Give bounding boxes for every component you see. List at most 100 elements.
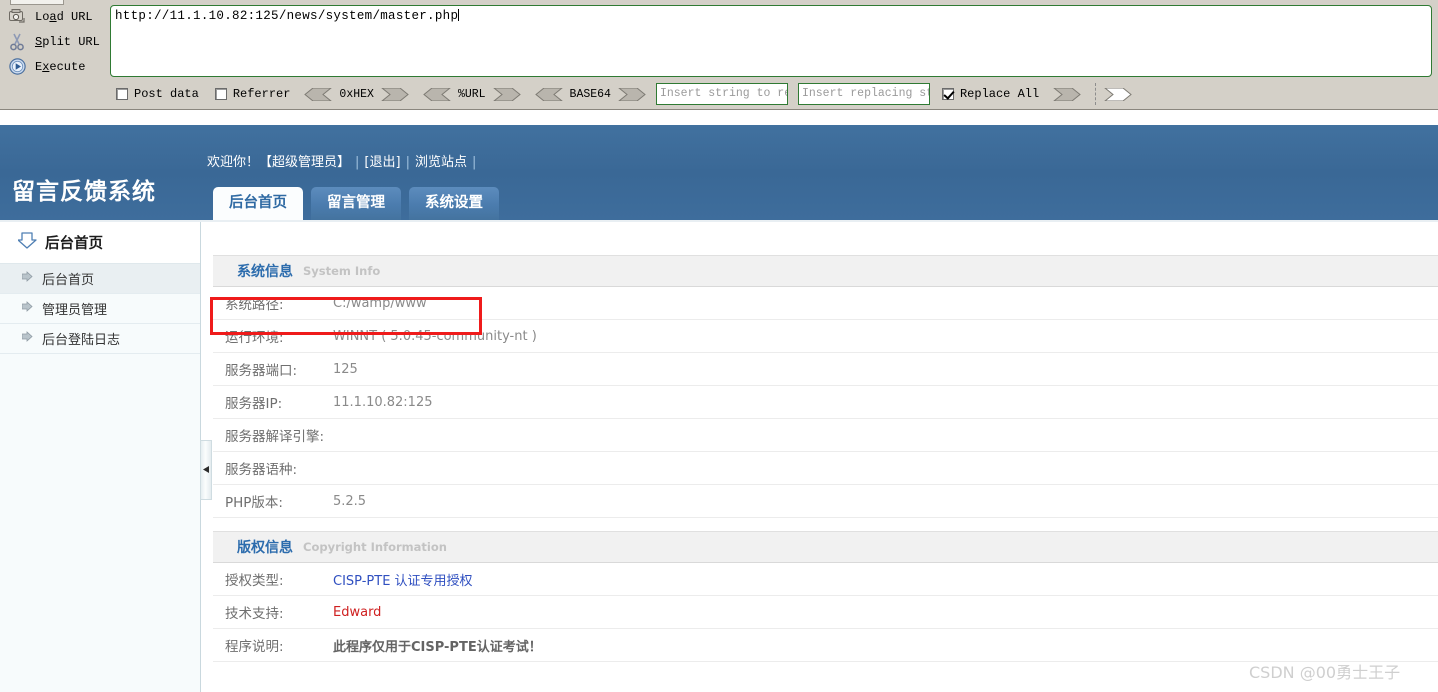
post-data-label: Post data bbox=[134, 87, 199, 101]
url-textarea[interactable]: http://11.1.10.82:125/news/system/master… bbox=[110, 5, 1432, 77]
sidebar-collapse-handle[interactable] bbox=[200, 440, 212, 500]
url-encoder-group: %URL bbox=[423, 87, 521, 101]
welcome-prefix: 欢迎你！ bbox=[207, 155, 260, 170]
panel-gap bbox=[213, 518, 1438, 531]
hackbar-toolbar: Load URL Split URL Execute http://11.1.1… bbox=[0, 0, 1438, 110]
sidebar-item-admin-management[interactable]: 管理员管理 bbox=[0, 294, 200, 324]
replace-from-input[interactable]: Insert string to replace bbox=[655, 83, 788, 105]
system-info-panel-header: 系统信息 System Info bbox=[213, 255, 1438, 287]
row-key: 服务器解译引擎: bbox=[225, 429, 325, 445]
collapse-left-icon bbox=[202, 461, 211, 479]
load-url-icon bbox=[6, 7, 28, 27]
site-logo: 留言反馈系统 bbox=[12, 179, 156, 205]
info-row-server-port: 服务器端口: 125 bbox=[213, 353, 1438, 386]
replace-all-checkbox[interactable]: Replace All bbox=[941, 87, 1040, 101]
logout-link[interactable]: [退出] bbox=[364, 155, 400, 170]
copyright-info-panel: 版权信息 Copyright Information 授权类型: CISP-PT… bbox=[213, 531, 1438, 662]
hackbar-actions: Load URL Split URL Execute bbox=[0, 4, 104, 79]
sidebar-item-label: 管理员管理 bbox=[42, 303, 108, 318]
copyright-row-license-type: 授权类型: CISP-PTE 认证专用授权 bbox=[213, 563, 1438, 596]
browse-site-link[interactable]: 浏览站点 bbox=[415, 155, 467, 170]
row-key: 技术支持: bbox=[225, 606, 284, 622]
hex-encode-arrow-icon[interactable] bbox=[381, 87, 409, 101]
copyright-row-tech-support: 技术支持: Edward bbox=[213, 596, 1438, 629]
page-content: 留言反馈系统 欢迎你！【超级管理员】 | [退出] | 浏览站点 | 后台首页 留言管理 … bbox=[0, 110, 1438, 692]
welcome-separator-3: | bbox=[471, 155, 477, 170]
split-url-button[interactable]: Split URL bbox=[0, 29, 104, 54]
url-decode-arrow-icon[interactable] bbox=[423, 87, 451, 101]
base64-label: BASE64 bbox=[569, 87, 611, 101]
load-url-label: Load URL bbox=[35, 9, 93, 24]
post-data-checkbox[interactable]: Post data bbox=[116, 87, 199, 101]
screenshot-root: Load URL Split URL Execute http://11.1.1… bbox=[0, 0, 1438, 692]
text-caret bbox=[458, 9, 460, 21]
base64-encode-arrow-icon[interactable] bbox=[618, 87, 646, 101]
tab-dashboard[interactable]: 后台首页 bbox=[213, 187, 303, 220]
play-icon bbox=[6, 57, 28, 77]
row-key: PHP版本: bbox=[225, 495, 283, 511]
info-row-server-ip: 服务器IP: 11.1.10.82:125 bbox=[213, 386, 1438, 419]
url-encode-arrow-icon[interactable] bbox=[492, 87, 521, 101]
replace-all-checkbox-box[interactable] bbox=[941, 88, 954, 100]
tab-message-management[interactable]: 留言管理 bbox=[311, 187, 401, 220]
hackbar-options-row: Post data Referrer 0xHEX %URL BASE64 Ins… bbox=[0, 80, 1438, 108]
info-row-interpreter: 服务器解译引擎: bbox=[213, 419, 1438, 452]
row-key: 服务器语种: bbox=[225, 462, 298, 478]
row-key: 系统路径: bbox=[225, 297, 284, 313]
copyright-panel-header: 版权信息 Copyright Information bbox=[213, 531, 1438, 563]
down-arrow-icon bbox=[17, 231, 37, 254]
sidebar-title: 后台首页 bbox=[45, 236, 103, 252]
system-info-panel: 系统信息 System Info 系统路径: C:/wamp/www 运行环境:… bbox=[213, 255, 1438, 518]
row-key: 服务器端口: bbox=[225, 363, 298, 379]
site-header: 留言反馈系统 欢迎你！【超级管理员】 | [退出] | 浏览站点 | 后台首页 留言管理 … bbox=[0, 125, 1438, 220]
sidebar: 后台首页 后台首页 管理员管理 后台登陆日志 bbox=[0, 222, 201, 692]
split-url-label: Split URL bbox=[35, 34, 100, 49]
hex-label: 0xHEX bbox=[339, 87, 374, 101]
row-value: CISP-PTE 认证专用授权 bbox=[333, 573, 473, 589]
sidebar-item-label: 后台登陆日志 bbox=[42, 333, 121, 348]
header-divider bbox=[0, 220, 1438, 222]
url-encoder-label: %URL bbox=[457, 87, 486, 101]
info-row-system-path: 系统路径: C:/wamp/www bbox=[213, 287, 1438, 320]
copyright-row-program-note: 程序说明: 此程序仅用于CISP-PTE认证考试！ bbox=[213, 629, 1438, 662]
referrer-checkbox[interactable]: Referrer bbox=[214, 87, 290, 101]
replace-apply-arrow-icon[interactable] bbox=[1053, 87, 1081, 101]
welcome-bar: 欢迎你！【超级管理员】 | [退出] | 浏览站点 | bbox=[207, 151, 481, 170]
row-value: 此程序仅用于CISP-PTE认证考试！ bbox=[333, 639, 542, 655]
row-key: 服务器IP: bbox=[225, 396, 283, 412]
scissors-icon bbox=[6, 32, 28, 52]
replace-to-input[interactable]: Insert replacing string bbox=[797, 83, 930, 105]
panel-title-en: System Info bbox=[303, 264, 381, 278]
info-row-server-language: 服务器语种: bbox=[213, 452, 1438, 485]
arrow-right-icon bbox=[21, 331, 33, 346]
url-text: http://11.1.10.82:125/news/system/master… bbox=[115, 9, 459, 23]
base64-encoder-group: BASE64 bbox=[534, 87, 646, 101]
post-data-checkbox-box[interactable] bbox=[116, 88, 128, 100]
panel-title-cn: 版权信息 bbox=[237, 540, 293, 556]
sidebar-header: 后台首页 bbox=[0, 222, 200, 264]
row-value: C:/wamp/www bbox=[333, 295, 427, 311]
sidebar-item-dashboard[interactable]: 后台首页 bbox=[0, 264, 200, 294]
row-key: 程序说明: bbox=[225, 639, 284, 655]
sidebar-item-label: 后台首页 bbox=[42, 273, 95, 288]
load-url-button[interactable]: Load URL bbox=[0, 4, 104, 29]
execute-label: Execute bbox=[35, 59, 86, 74]
row-value: 5.2.5 bbox=[333, 493, 367, 509]
extra-action-arrow-icon[interactable] bbox=[1104, 87, 1132, 101]
execute-button[interactable]: Execute bbox=[0, 54, 104, 79]
hex-decode-arrow-icon[interactable] bbox=[304, 87, 333, 101]
welcome-user: 【超级管理员】 bbox=[259, 155, 351, 170]
tab-system-settings[interactable]: 系统设置 bbox=[409, 187, 499, 220]
sidebar-item-login-log[interactable]: 后台登陆日志 bbox=[0, 324, 200, 354]
welcome-separator-1: | bbox=[355, 155, 360, 170]
referrer-checkbox-box[interactable] bbox=[214, 88, 227, 100]
info-row-php-version: PHP版本: 5.2.5 bbox=[213, 485, 1438, 518]
row-value: 11.1.10.82:125 bbox=[333, 394, 433, 410]
info-row-environment: 运行环境: WINNT ( 5.0.45-community-nt ) bbox=[213, 320, 1438, 353]
replace-all-label: Replace All bbox=[959, 87, 1040, 101]
row-key: 授权类型: bbox=[225, 573, 284, 589]
main-content: 系统信息 System Info 系统路径: C:/wamp/www 运行环境:… bbox=[213, 255, 1438, 692]
row-value: Edward bbox=[333, 604, 382, 620]
arrow-right-icon bbox=[21, 301, 33, 316]
base64-decode-arrow-icon[interactable] bbox=[534, 87, 563, 101]
